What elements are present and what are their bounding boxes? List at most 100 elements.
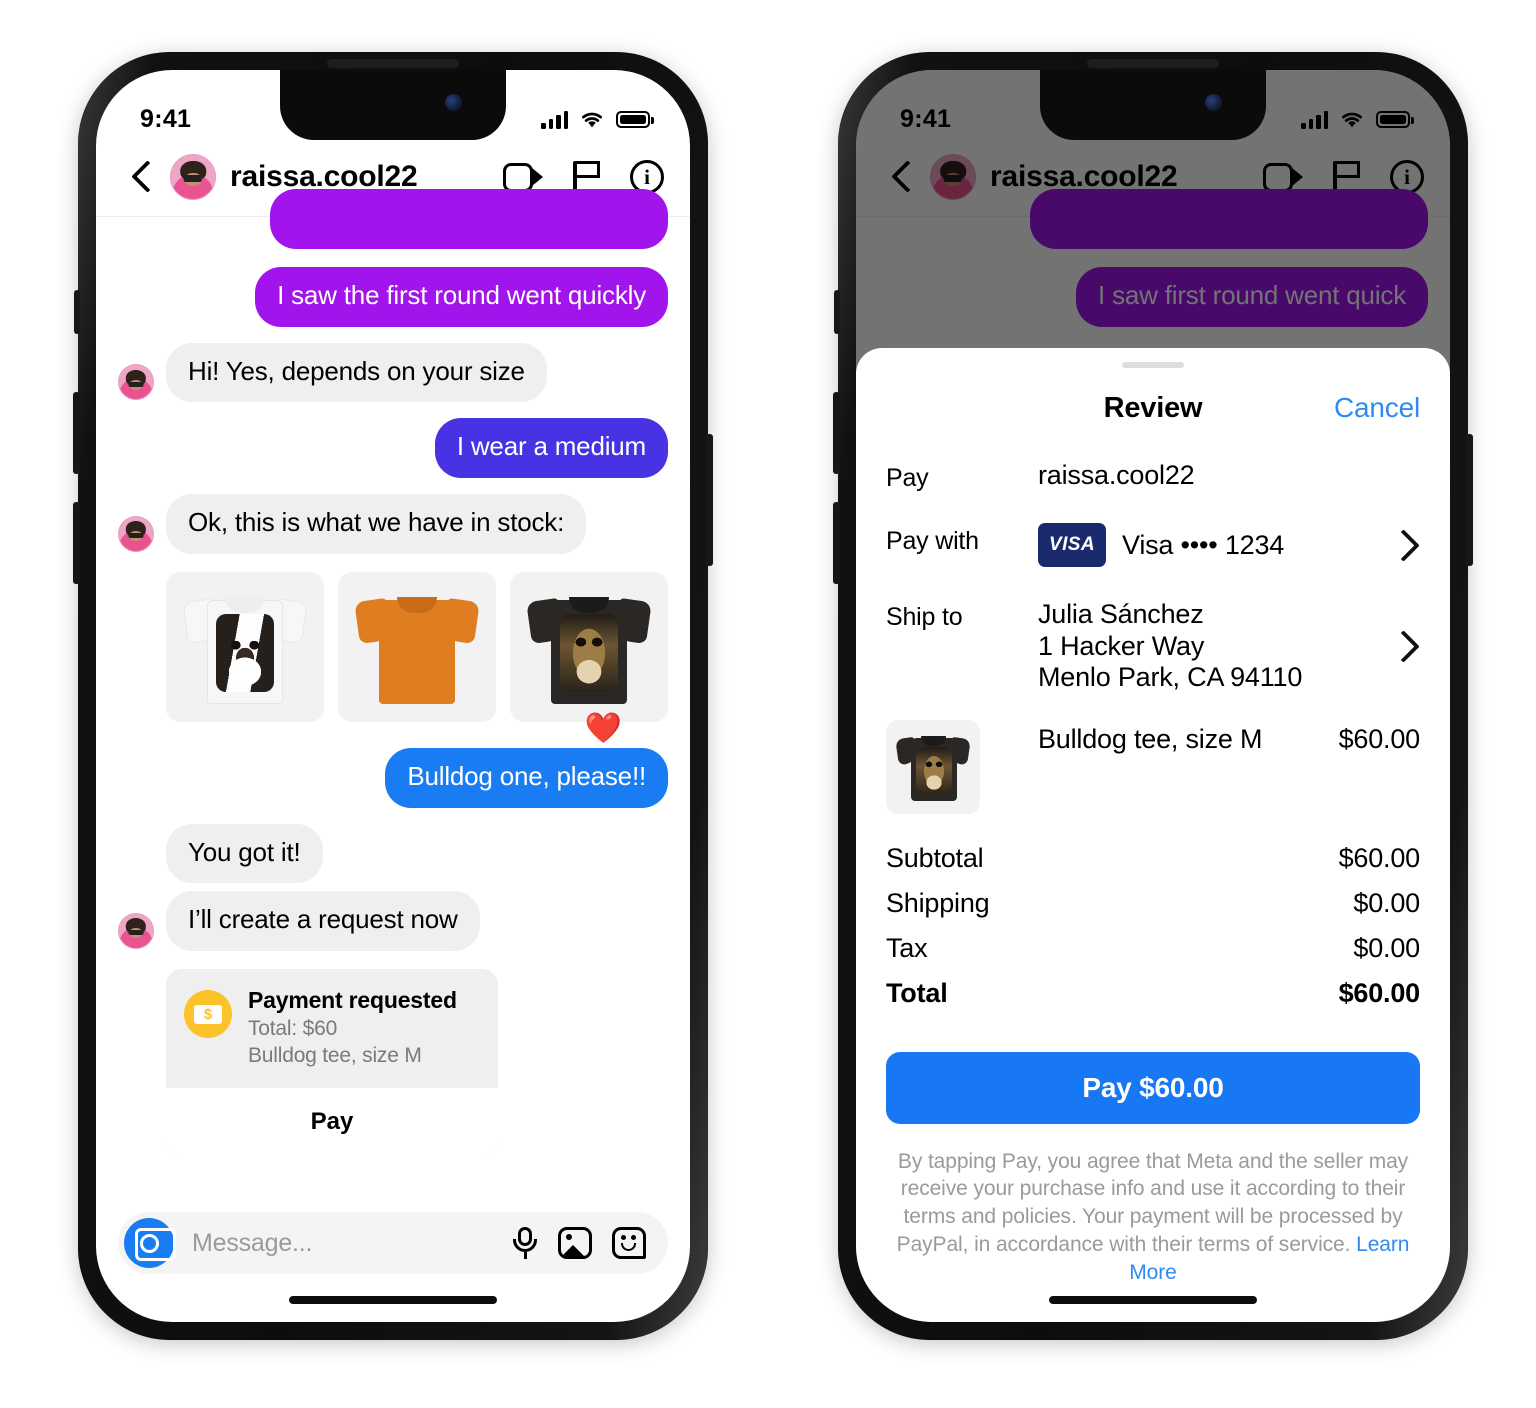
- front-camera-icon: [1205, 94, 1222, 111]
- order-item-price: $60.00: [1338, 723, 1421, 754]
- pay-button[interactable]: Pay $60.00: [886, 1051, 1420, 1124]
- chevron-right-icon[interactable]: [1390, 533, 1414, 557]
- message-row: I’ll create a request now: [118, 891, 668, 952]
- payment-card-body: $ Payment requested Total: $60 Bulldog t…: [166, 969, 498, 1088]
- cellular-bars-icon: [541, 110, 568, 129]
- ship-to-name: Julia Sánchez: [1038, 599, 1204, 629]
- pay-with-row[interactable]: Pay with VISA Visa •••• 1234: [886, 493, 1420, 567]
- sticker-icon[interactable]: [612, 1227, 646, 1259]
- power-button[interactable]: [706, 434, 713, 566]
- volume-down-button[interactable]: [73, 502, 80, 584]
- clipped-bubble-above: [118, 189, 668, 251]
- sheet-title: Review: [1103, 391, 1203, 424]
- total-value: $0.00: [1353, 887, 1420, 918]
- power-button[interactable]: [1466, 434, 1473, 566]
- message-row: I saw the first round went quickly: [118, 267, 668, 327]
- payment-card-item: Bulldog tee, size M: [248, 1044, 422, 1068]
- status-indicators: [541, 110, 654, 129]
- message-bubble[interactable]: I saw the first round went quickly: [255, 267, 668, 327]
- payment-card-title: Payment requested: [248, 987, 457, 1014]
- order-item-name: Bulldog tee, size M: [1038, 723, 1263, 754]
- back-chevron-icon[interactable]: [122, 157, 162, 197]
- totals-section: Subtotal $60.00 Shipping $0.00 Tax $0.00…: [886, 836, 1420, 1016]
- microphone-icon[interactable]: [512, 1227, 538, 1259]
- pay-label: Pay: [886, 464, 929, 492]
- pay-recipient-row: Pay raissa.cool22: [886, 442, 1420, 493]
- wifi-icon: [582, 112, 602, 127]
- pay-value: raissa.cool22: [1038, 460, 1195, 490]
- legal-text: By tapping Pay, you agree that Meta and …: [896, 1149, 1409, 1256]
- heart-reaction-icon[interactable]: ❤️: [585, 713, 622, 744]
- message-row: Ok, this is what we have in stock:: [118, 494, 668, 554]
- volume-down-button[interactable]: [833, 502, 840, 584]
- message-row: Hi! Yes, depends on your size: [118, 342, 668, 403]
- legal-disclaimer: By tapping Pay, you agree that Meta and …: [886, 1148, 1420, 1287]
- sheet-grabber[interactable]: [1122, 362, 1184, 368]
- phone-left: 9:41 raissa.cool22 i I saw the first rou…: [73, 52, 713, 1340]
- back-chevron-icon[interactable]: [882, 157, 922, 197]
- display-notch: [1040, 70, 1266, 140]
- product-orange-tee[interactable]: [338, 571, 496, 722]
- message-bubble[interactable]: You got it!: [166, 823, 323, 884]
- payment-request-card[interactable]: $ Payment requested Total: $60 Bulldog t…: [166, 969, 498, 1159]
- total-label: Subtotal: [886, 842, 984, 873]
- product-carousel[interactable]: ❤️: [166, 571, 668, 743]
- cellular-bars-icon: [1301, 110, 1328, 129]
- ship-to-row[interactable]: Ship to Julia Sánchez 1 Hacker Way Menlo…: [886, 567, 1420, 694]
- clipped-bubble-above: [878, 189, 1428, 251]
- order-item-row: Bulldog tee, size M $60.00: [886, 694, 1420, 814]
- message-composer: Message...: [96, 1212, 690, 1274]
- sheet-header: Review Cancel: [886, 374, 1421, 442]
- message-list[interactable]: I saw the first round went quickly Hi! Y…: [96, 189, 690, 1168]
- avatar: [118, 515, 154, 552]
- avatar: [118, 364, 154, 401]
- photo-icon[interactable]: [558, 1227, 592, 1259]
- battery-full-icon: [1376, 110, 1414, 128]
- phone-right: 9:41 raissa.cool22 i I saw first round w…: [833, 52, 1473, 1340]
- volume-up-button[interactable]: [833, 392, 840, 474]
- card-value: Visa •••• 1234: [1122, 529, 1285, 560]
- camera-icon[interactable]: [124, 1218, 176, 1268]
- message-bubble[interactable]: Hi! Yes, depends on your size: [166, 342, 547, 403]
- message-bubble[interactable]: Bulldog one, please!!: [385, 747, 668, 808]
- total-row: Shipping $0.00: [886, 881, 1420, 926]
- phone-right-screen: 9:41 raissa.cool22 i I saw first round w…: [856, 70, 1450, 1322]
- total-value: $60.00: [1338, 977, 1421, 1008]
- earpiece-speaker: [1087, 59, 1219, 68]
- message-row: You got it!: [118, 823, 668, 884]
- message-bubble: I saw first round went quick: [1076, 267, 1428, 327]
- product-white-tee[interactable]: [166, 571, 324, 722]
- total-row: Total $60.00: [886, 971, 1420, 1016]
- message-bubble[interactable]: Ok, this is what we have in stock:: [166, 494, 587, 554]
- mute-switch[interactable]: [74, 290, 80, 334]
- screenshot-root: 9:41 raissa.cool22 i I saw the first rou…: [0, 0, 1536, 1408]
- total-label: Shipping: [886, 887, 990, 918]
- cancel-button[interactable]: Cancel: [1334, 392, 1420, 424]
- visa-badge-icon: VISA: [1038, 523, 1106, 567]
- message-list: I saw first round went quick: [856, 189, 1450, 337]
- pay-button[interactable]: Pay: [166, 1088, 498, 1159]
- video-camera-icon[interactable]: [503, 162, 543, 192]
- message-bubble[interactable]: I’ll create a request now: [166, 891, 480, 952]
- status-time: 9:41: [900, 104, 952, 133]
- payment-card-total: Total: $60: [248, 1017, 338, 1041]
- message-input[interactable]: Message...: [192, 1229, 494, 1258]
- video-camera-icon[interactable]: [1263, 162, 1303, 192]
- avatar[interactable]: [170, 154, 216, 200]
- ship-to-city: Menlo Park, CA 94110: [1038, 662, 1303, 693]
- front-camera-icon: [445, 94, 462, 111]
- avatar[interactable]: [930, 154, 976, 200]
- home-indicator[interactable]: [289, 1296, 497, 1304]
- volume-up-button[interactable]: [73, 392, 80, 474]
- pay-with-label: Pay with: [886, 527, 979, 555]
- chevron-right-icon[interactable]: [1390, 634, 1414, 658]
- order-item-thumbnail: [886, 719, 980, 814]
- product-black-tee[interactable]: [510, 571, 668, 722]
- wifi-icon: [1342, 112, 1362, 127]
- display-notch: [280, 70, 506, 140]
- home-indicator[interactable]: [1049, 1296, 1257, 1304]
- message-bubble[interactable]: I wear a medium: [434, 418, 668, 479]
- mute-switch[interactable]: [834, 290, 840, 334]
- total-value: $0.00: [1353, 932, 1420, 963]
- battery-full-icon: [616, 110, 654, 128]
